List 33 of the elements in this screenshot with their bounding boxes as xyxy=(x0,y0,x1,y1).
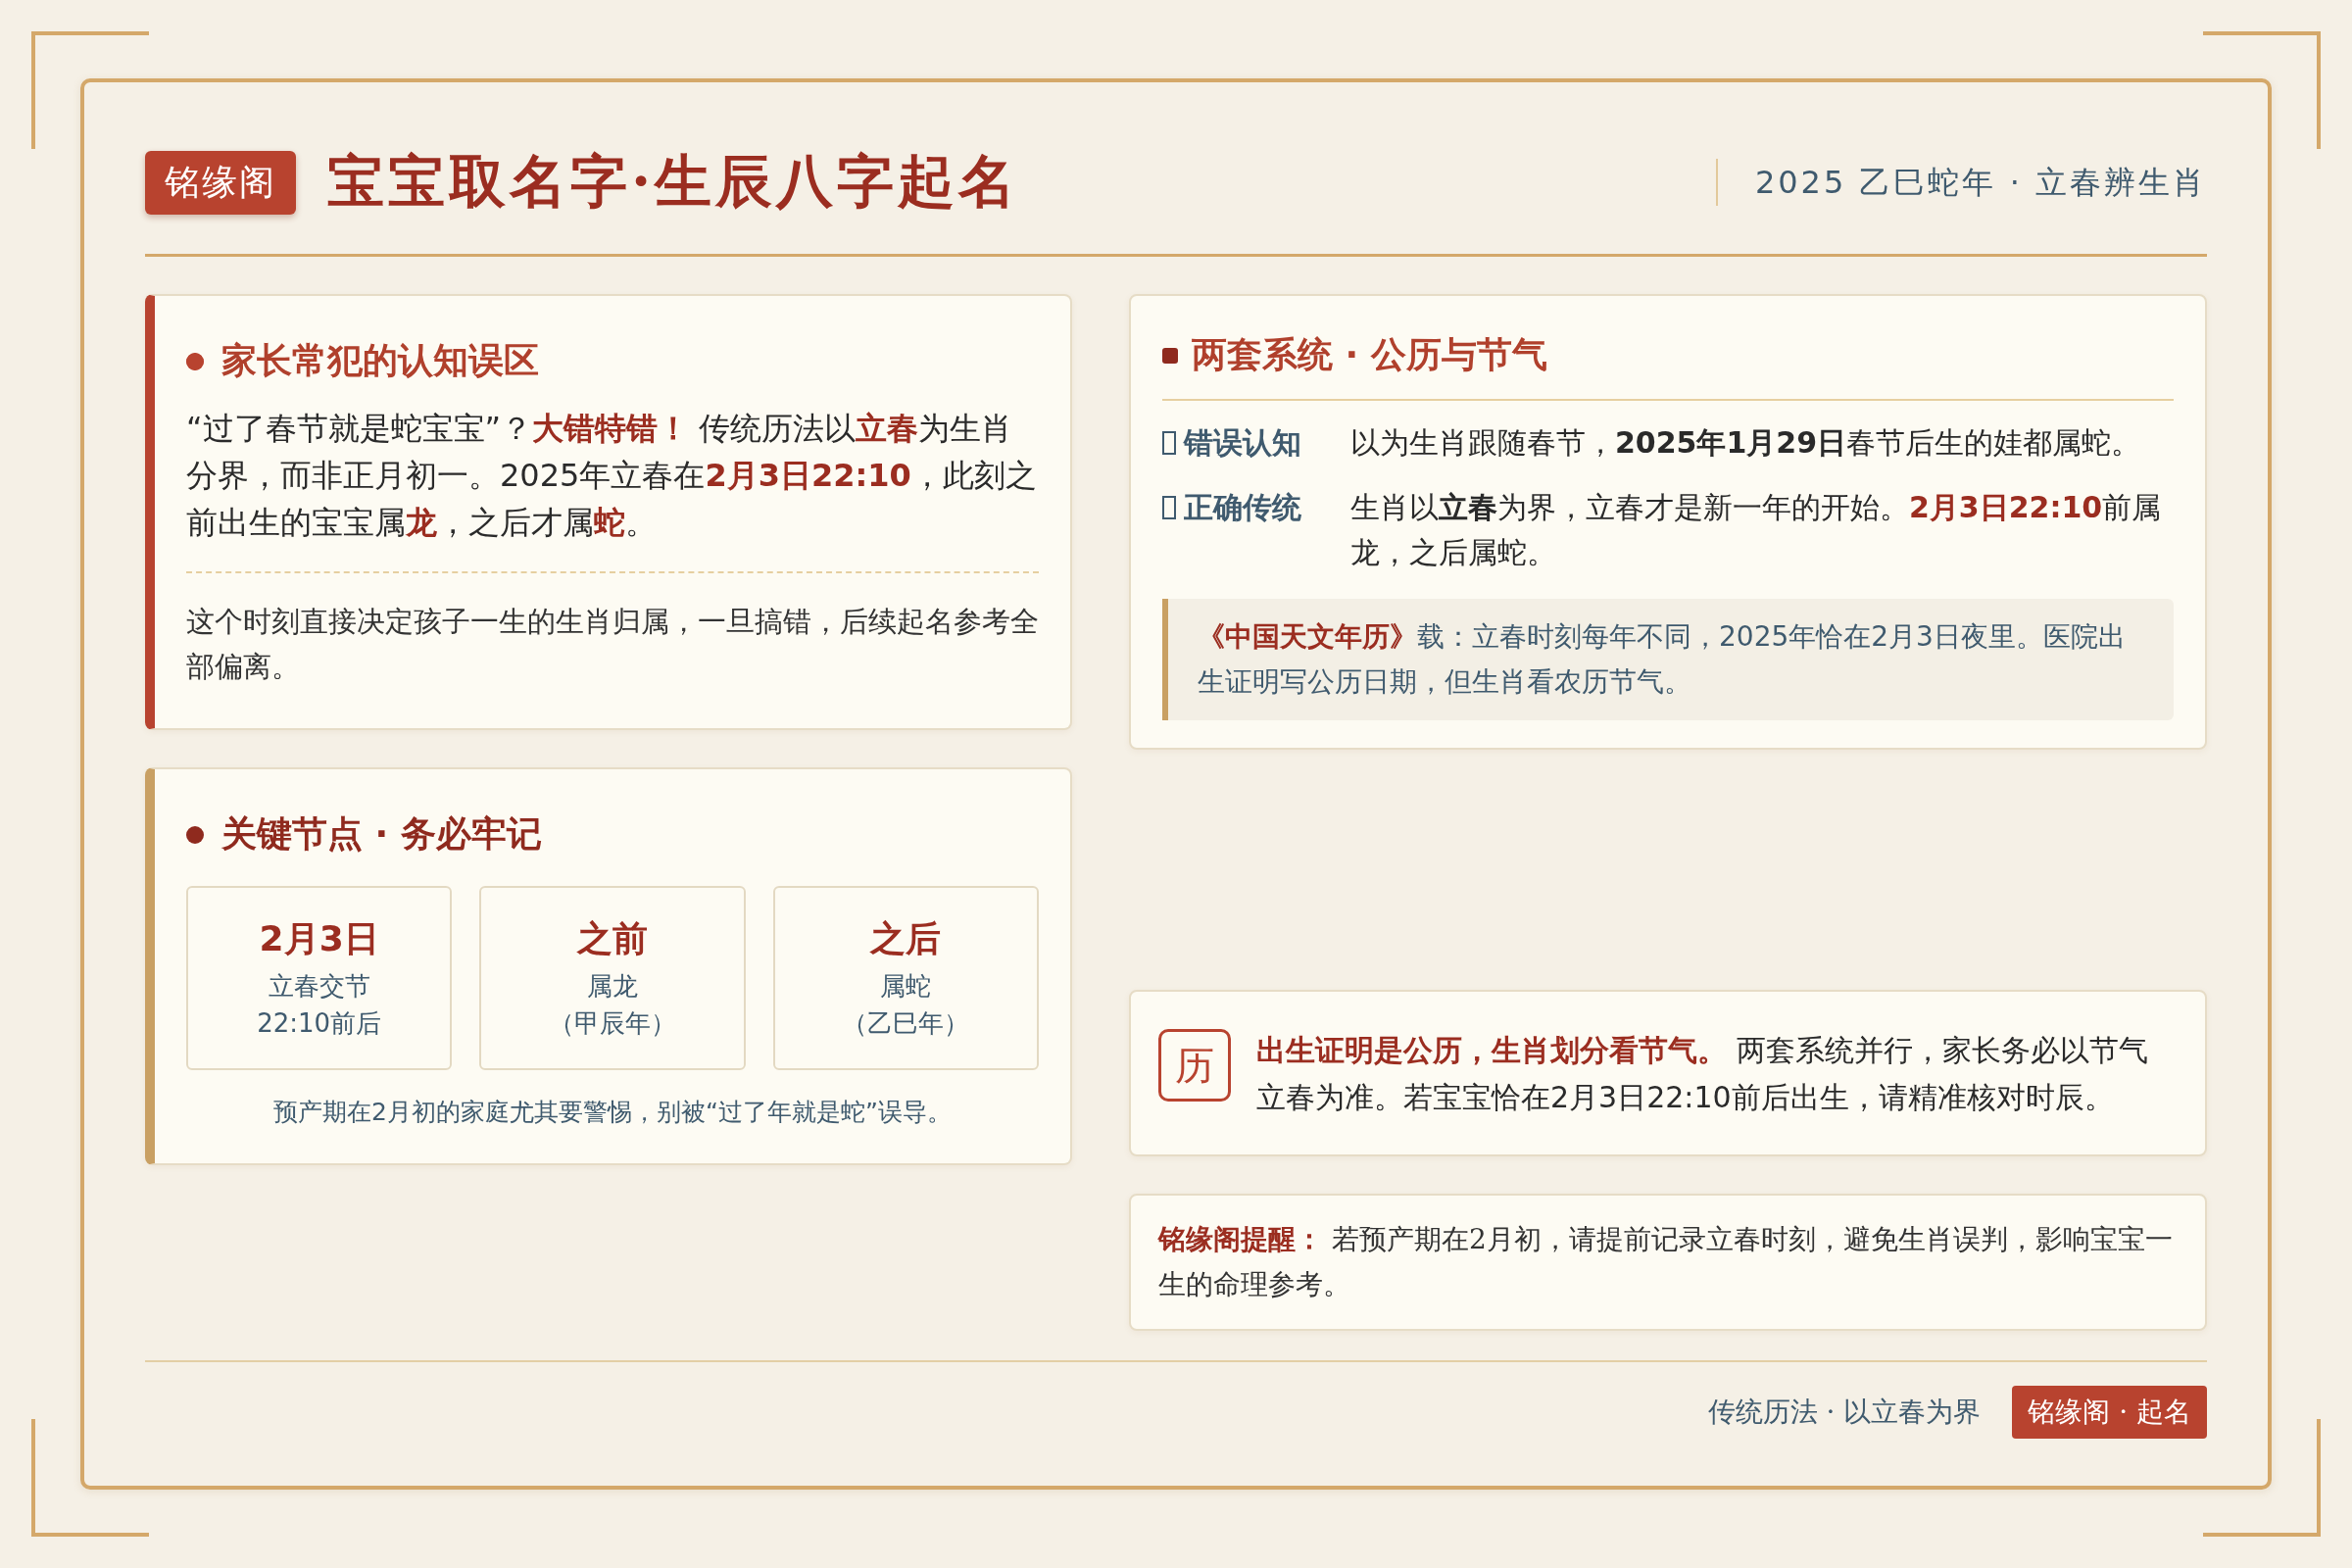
key-point-detail: （甲辰年） xyxy=(549,1007,676,1040)
key-point-heading: 之前 xyxy=(577,917,648,960)
row-text: 生肖以立春为界，立春才是新一年的开始。2月3日22:10前属龙，之后属蛇。 xyxy=(1350,489,2163,571)
key-point-heading: 之后 xyxy=(870,917,942,960)
footer-tagline: 传统历法 · 以立春为界 xyxy=(1707,1395,1982,1430)
bullet-icon xyxy=(1162,347,1178,364)
row-text: 以为生肖跟随春节，2025年1月29日春节后生的娃都属蛇。 xyxy=(1350,424,2142,462)
card-title: 关键节点 · 务必牢记 xyxy=(221,812,542,856)
consequence-note: 这个时刻直接决定孩子一生的生肖归属，一旦搞错，后续起名参考全部偏离。 xyxy=(186,604,1039,685)
key-point-detail: 22:10前后 xyxy=(257,1007,382,1040)
key-point-detail: 属蛇 xyxy=(880,970,932,1003)
card-title: 两套系统 · 公历与节气 xyxy=(1192,333,1547,376)
square-outline-icon xyxy=(1162,431,1176,455)
page-title: 宝宝取名字·生辰八字起名 xyxy=(327,147,1020,217)
square-outline-icon xyxy=(1162,496,1176,519)
bullet-icon xyxy=(186,825,204,844)
calendar-character-icon: 历 xyxy=(1158,1029,1231,1102)
bullet-icon xyxy=(186,352,204,370)
key-point-detail: 立春交节 xyxy=(268,970,370,1003)
source-quote: 《中国天文年历》载：立春时刻每年不同，2025年恰在2月3日夜里。医院出生证明写公历日期，但生肖看农历节气。 xyxy=(1162,599,2174,720)
key-point-heading: 2月3日 xyxy=(259,917,379,960)
key-point-detail: （乙巳年） xyxy=(842,1007,970,1040)
card-title: 家长常犯的认知误区 xyxy=(221,339,539,382)
summary-text: 出生证明是公历，生肖划分看节气。 两套系统并行，家长务必以节气立春为准。若宝宝恰在2月3日22:10前后出生，请精准核对时辰。 xyxy=(1256,1032,2149,1116)
key-point-detail: 属龙 xyxy=(587,970,638,1003)
brand-badge: 铭缘阁 xyxy=(145,150,296,215)
brand-badge: 铭缘阁 · 起名 xyxy=(2012,1386,2207,1439)
header-subtitle: 2025 乙巳蛇年 · 立春辨生肖 xyxy=(1715,159,2207,206)
warning-caption: 预产期在2月初的家庭尤其要警惕，别被“过了年就是蛇”误导。 xyxy=(272,1097,953,1128)
row-label: 正确传统 xyxy=(1184,488,1301,526)
reminder-text: 铭缘阁提醒： 若预产期在2月初，请提前记录立春时刻，避免生肖误判，影响宝宝一生的命理参考。 xyxy=(1158,1222,2174,1302)
row-label: 错误认知 xyxy=(1184,423,1301,462)
misconception-text: “过了春节就是蛇宝宝”？大错特错！ 传统历法以立春为生肖分界，而非正月初一。2025年立春在2月3日22:10，此刻之前出生的宝宝属龙，之后才属蛇。 xyxy=(186,405,1039,573)
